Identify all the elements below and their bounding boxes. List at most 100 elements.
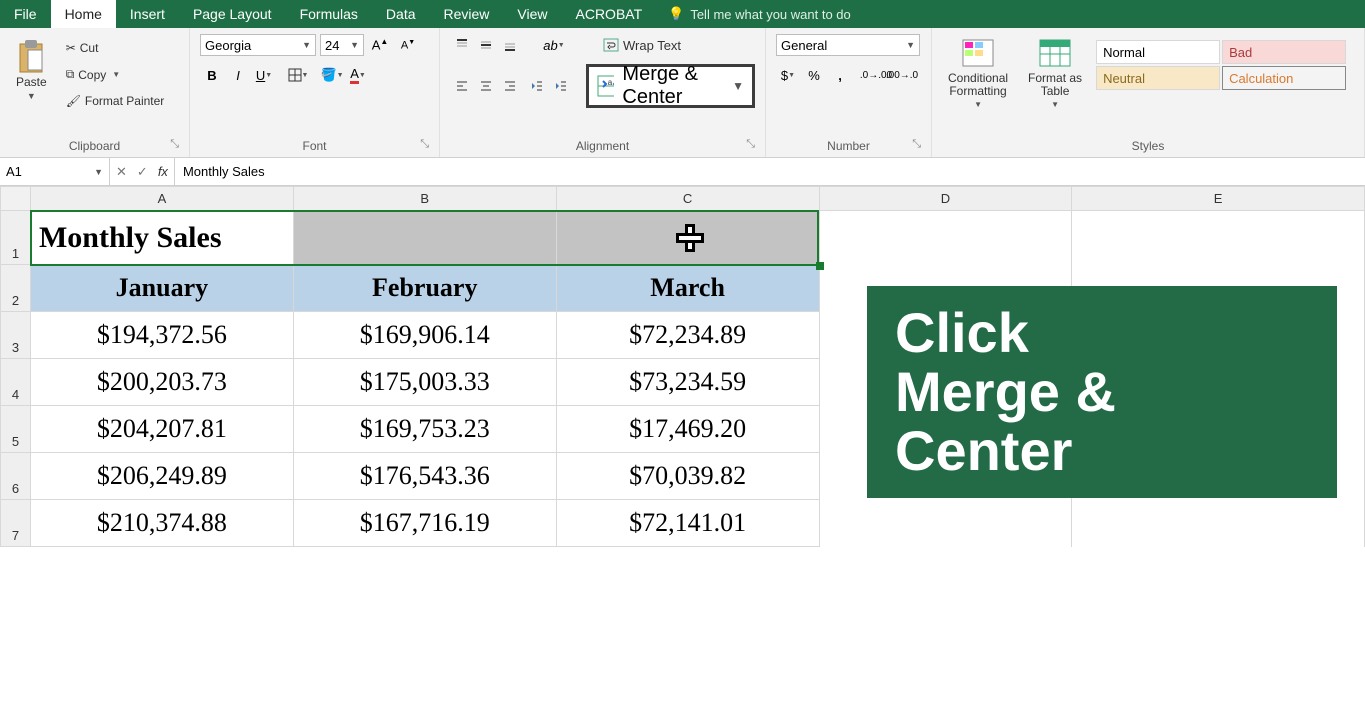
cell[interactable]: $169,906.14 [293, 312, 556, 359]
cell-style-normal[interactable]: Normal [1096, 40, 1220, 64]
font-name-select[interactable]: Georgia▼ [200, 34, 316, 56]
enter-icon[interactable]: ✓ [137, 164, 148, 180]
cell[interactable]: $17,469.20 [556, 406, 819, 453]
cell[interactable]: $200,203.73 [30, 359, 293, 406]
bold-button[interactable]: B [200, 64, 224, 86]
select-all-corner[interactable] [1, 187, 31, 211]
cell[interactable] [1072, 500, 1365, 547]
cell[interactable]: $176,543.36 [293, 453, 556, 500]
cell[interactable]: Monthly Sales [30, 211, 293, 265]
col-header-d[interactable]: D [819, 187, 1072, 211]
tab-formulas[interactable]: Formulas [286, 0, 372, 28]
decrease-indent-button[interactable] [528, 75, 546, 97]
name-box[interactable]: A1▼ [0, 158, 110, 185]
cell[interactable]: $72,141.01 [556, 500, 819, 547]
col-header-e[interactable]: E [1072, 187, 1365, 211]
dialog-launcher[interactable]: ⤡ [912, 138, 921, 151]
accounting-button[interactable]: $▼ [776, 64, 800, 86]
cell[interactable]: February [293, 265, 556, 312]
tab-review[interactable]: Review [430, 0, 504, 28]
paste-button[interactable]: Paste ▼ [10, 34, 53, 105]
col-header-c[interactable]: C [556, 187, 819, 211]
wrap-text-button[interactable]: Wrap Text [598, 35, 686, 56]
row-header[interactable]: 2 [1, 265, 31, 312]
number-format-select[interactable]: General▼ [776, 34, 920, 56]
comma-icon: , [838, 68, 842, 83]
cell[interactable]: January [30, 265, 293, 312]
cell[interactable] [1072, 211, 1365, 265]
tell-me[interactable]: 💡 Tell me what you want to do [656, 0, 863, 28]
tab-acrobat[interactable]: ACROBAT [562, 0, 657, 28]
copy-button[interactable]: ⧉Copy▼ [61, 64, 170, 85]
col-header-b[interactable]: B [293, 187, 556, 211]
row-header[interactable]: 7 [1, 500, 31, 547]
tell-me-label: Tell me what you want to do [690, 7, 850, 22]
comma-button[interactable]: , [828, 64, 852, 86]
cell[interactable] [293, 211, 556, 265]
cell[interactable]: $210,374.88 [30, 500, 293, 547]
align-middle-button[interactable] [474, 34, 498, 56]
cancel-icon[interactable]: ✕ [116, 164, 127, 180]
selection-handle[interactable] [816, 262, 824, 270]
tab-home[interactable]: Home [51, 0, 116, 28]
font-size-select[interactable]: 24▼ [320, 34, 364, 56]
conditional-formatting-button[interactable]: Conditional Formatting▼ [942, 34, 1014, 113]
row-header[interactable]: 4 [1, 359, 31, 406]
cell[interactable]: $169,753.23 [293, 406, 556, 453]
cell[interactable]: $175,003.33 [293, 359, 556, 406]
cell[interactable]: March [556, 265, 819, 312]
tab-insert[interactable]: Insert [116, 0, 179, 28]
underline-button[interactable]: U▼ [252, 64, 276, 86]
percent-button[interactable]: % [802, 64, 826, 86]
row-header[interactable]: 6 [1, 453, 31, 500]
cell[interactable] [556, 211, 819, 265]
tab-data[interactable]: Data [372, 0, 430, 28]
decrease-font-button[interactable]: A▼ [396, 34, 420, 56]
cell[interactable]: $72,234.89 [556, 312, 819, 359]
align-right-button[interactable] [498, 75, 522, 97]
cell-style-bad[interactable]: Bad [1222, 40, 1346, 64]
formula-input[interactable]: Monthly Sales [175, 158, 1365, 185]
increase-decimal-button[interactable]: .0→.00 [864, 64, 888, 86]
row-header[interactable]: 3 [1, 312, 31, 359]
align-top-button[interactable] [450, 34, 474, 56]
tab-view[interactable]: View [503, 0, 561, 28]
italic-button[interactable]: I [226, 64, 250, 86]
row-header[interactable]: 5 [1, 406, 31, 453]
dialog-launcher[interactable]: ⤡ [170, 138, 179, 151]
align-bottom-button[interactable] [498, 34, 522, 56]
tab-page-layout[interactable]: Page Layout [179, 0, 286, 28]
cell[interactable]: $167,716.19 [293, 500, 556, 547]
increase-font-button[interactable]: A▲ [368, 34, 392, 56]
tab-file[interactable]: File [0, 0, 51, 28]
cell-style-neutral[interactable]: Neutral [1096, 66, 1220, 90]
cut-button[interactable]: ✂Cut [61, 38, 170, 58]
cell[interactable] [819, 500, 1072, 547]
borders-button[interactable]: ▼ [286, 64, 310, 86]
dialog-launcher[interactable]: ⤡ [746, 138, 755, 151]
cell-style-calculation[interactable]: Calculation [1222, 66, 1346, 90]
cell[interactable]: $206,249.89 [30, 453, 293, 500]
orientation-button[interactable]: ab▼ [542, 34, 566, 56]
row-header[interactable]: 1 [1, 211, 31, 265]
spreadsheet-grid[interactable]: A B C D E 1 Monthly Sales 2 January Febr… [0, 186, 1365, 547]
cell[interactable]: $73,234.59 [556, 359, 819, 406]
increase-indent-button[interactable] [552, 75, 570, 97]
fx-button[interactable]: fx [158, 164, 168, 179]
group-label: Alignment [576, 139, 629, 153]
dialog-launcher[interactable]: ⤡ [420, 138, 429, 151]
cell[interactable] [819, 211, 1072, 265]
cell[interactable]: $204,207.81 [30, 406, 293, 453]
merge-center-button[interactable]: a Merge & Center ▼ [586, 64, 755, 108]
format-painter-button[interactable]: 🖌Format Painter [61, 91, 170, 111]
fill-color-button[interactable]: 🪣▼ [320, 64, 344, 86]
decrease-decimal-button[interactable]: .00→.0 [890, 64, 914, 86]
cell[interactable]: $70,039.82 [556, 453, 819, 500]
font-color-button[interactable]: A▼ [346, 64, 370, 86]
align-center-icon [479, 79, 493, 93]
format-as-table-button[interactable]: Format as Table▼ [1022, 34, 1088, 113]
cell[interactable]: $194,372.56 [30, 312, 293, 359]
align-center-button[interactable] [474, 75, 498, 97]
col-header-a[interactable]: A [30, 187, 293, 211]
align-left-button[interactable] [450, 75, 474, 97]
